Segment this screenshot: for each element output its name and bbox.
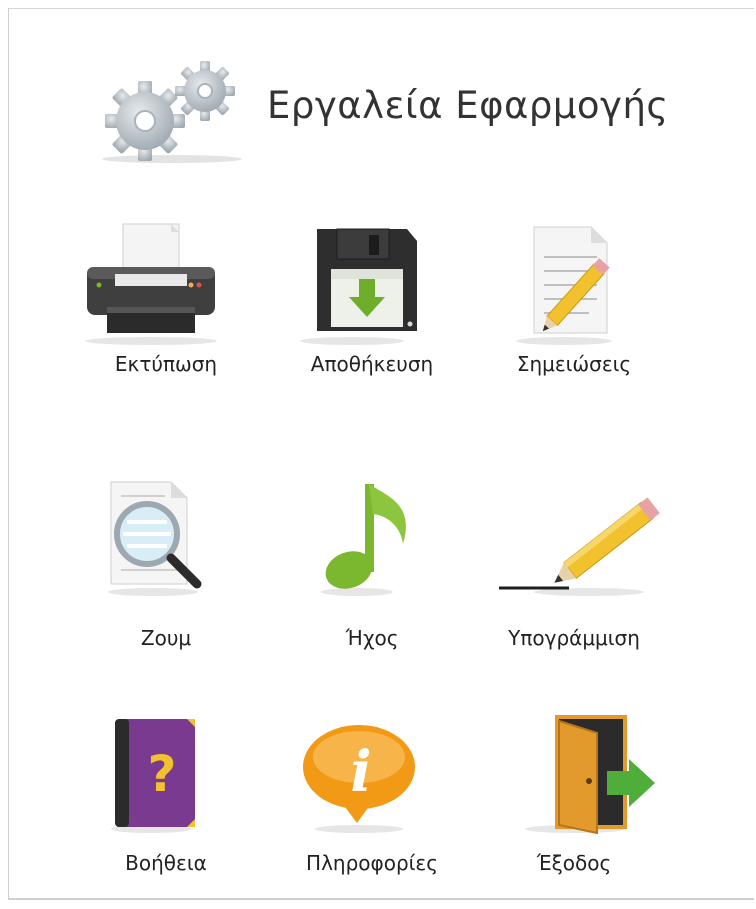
help-button[interactable]: ? Βοήθεια bbox=[71, 709, 261, 899]
music-note-icon bbox=[321, 484, 406, 596]
svg-text:i: i bbox=[350, 739, 371, 805]
magnifier-document-icon bbox=[108, 481, 202, 596]
exit-button[interactable]: Έξοδος bbox=[479, 709, 669, 899]
underline-label: Υπογράμμιση bbox=[508, 626, 640, 650]
save-label: Αποθήκευση bbox=[310, 352, 434, 376]
exit-door-icon bbox=[525, 715, 655, 835]
sound-label: Ήχος bbox=[345, 626, 399, 650]
floppy-disk-icon bbox=[300, 228, 417, 345]
exit-label: Έξοδος bbox=[536, 851, 612, 875]
underline-button[interactable]: Υπογράμμιση bbox=[479, 474, 669, 664]
panel-title: Εργαλεία Εφαρμογής bbox=[267, 84, 669, 127]
svg-text:?: ? bbox=[147, 745, 176, 803]
save-button[interactable]: Αποθήκευση bbox=[277, 219, 467, 409]
notepad-pencil-icon bbox=[516, 226, 612, 345]
zoom-label: Ζουμ bbox=[140, 626, 192, 650]
sound-button[interactable]: Ήχος bbox=[277, 474, 467, 664]
zoom-button[interactable]: Ζουμ bbox=[71, 474, 261, 664]
print-label: Εκτύπωση bbox=[114, 352, 218, 376]
panel-header: Εργαλεία Εφαρμογής bbox=[97, 49, 697, 179]
notes-label: Σημειώσεις bbox=[516, 352, 632, 376]
pencil-underline-icon bbox=[499, 497, 660, 596]
help-book-icon: ? bbox=[111, 719, 195, 833]
info-button[interactable]: i Πληροφορίες bbox=[277, 709, 467, 899]
gears-icon bbox=[102, 61, 242, 163]
help-label: Βοήθεια bbox=[125, 851, 207, 875]
info-label: Πληροφορίες bbox=[306, 851, 438, 875]
printer-icon bbox=[85, 223, 217, 345]
print-button[interactable]: Εκτύπωση bbox=[71, 219, 261, 409]
info-bubble-icon: i bbox=[303, 725, 415, 833]
tools-panel: Εργαλεία Εφαρμογής Εκτύπωση Αποθήκευση Σ… bbox=[8, 8, 754, 900]
notes-button[interactable]: Σημειώσεις bbox=[479, 219, 669, 409]
